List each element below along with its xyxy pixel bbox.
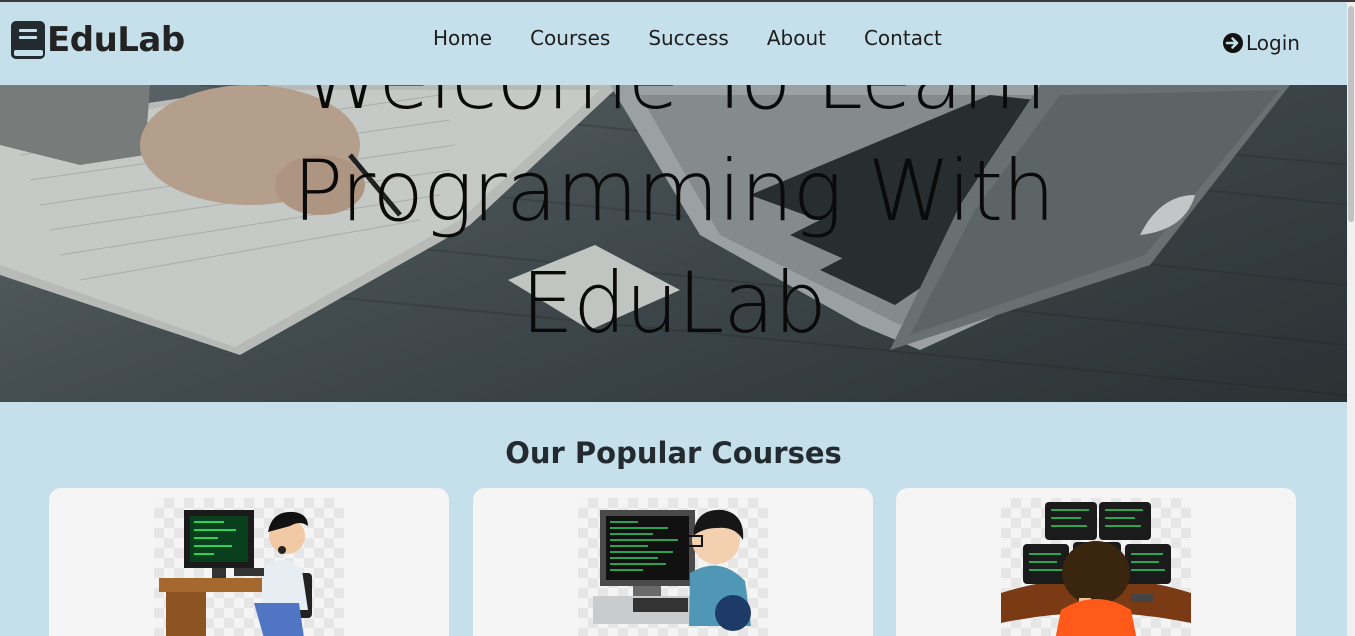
arrow-circle-right-icon xyxy=(1222,32,1244,54)
hero-title-line-2: Programming With xyxy=(292,142,1056,240)
hero-banner: Welcome To Learn Programming With EduLab xyxy=(0,85,1347,402)
hero-title-line-1: Welcome To Learn xyxy=(0,85,1347,135)
course-card-2[interactable] xyxy=(473,488,873,636)
nav-link-success[interactable]: Success xyxy=(629,26,748,50)
hero-title-line-3: EduLab xyxy=(520,254,827,352)
window-top-border xyxy=(0,0,1355,2)
course-card-3[interactable] xyxy=(896,488,1296,636)
course-card-1[interactable] xyxy=(49,488,449,636)
course-image-1 xyxy=(154,498,344,636)
course-image-3 xyxy=(1001,498,1191,636)
login-label: Login xyxy=(1246,31,1300,55)
page-scrollbar[interactable] xyxy=(1347,2,1355,636)
nav-link-contact[interactable]: Contact xyxy=(845,26,961,50)
nav-link-courses[interactable]: Courses xyxy=(511,26,629,50)
hero-title: Welcome To Learn Programming With EduLab xyxy=(0,85,1347,359)
login-button[interactable]: Login xyxy=(1222,31,1300,55)
course-image-2 xyxy=(578,498,768,636)
brand-link[interactable]: EduLab xyxy=(10,20,185,60)
popular-courses-heading: Our Popular Courses xyxy=(505,436,842,470)
nav-link-about[interactable]: About xyxy=(748,26,845,50)
navbar: EduLab Home Courses Success About Contac… xyxy=(0,2,1347,85)
brand-name: EduLab xyxy=(47,20,185,60)
nav-links: Home Courses Success About Contact xyxy=(414,26,961,50)
book-icon xyxy=(10,20,46,60)
nav-link-home[interactable]: Home xyxy=(414,26,511,50)
scrollbar-thumb[interactable] xyxy=(1348,6,1354,222)
